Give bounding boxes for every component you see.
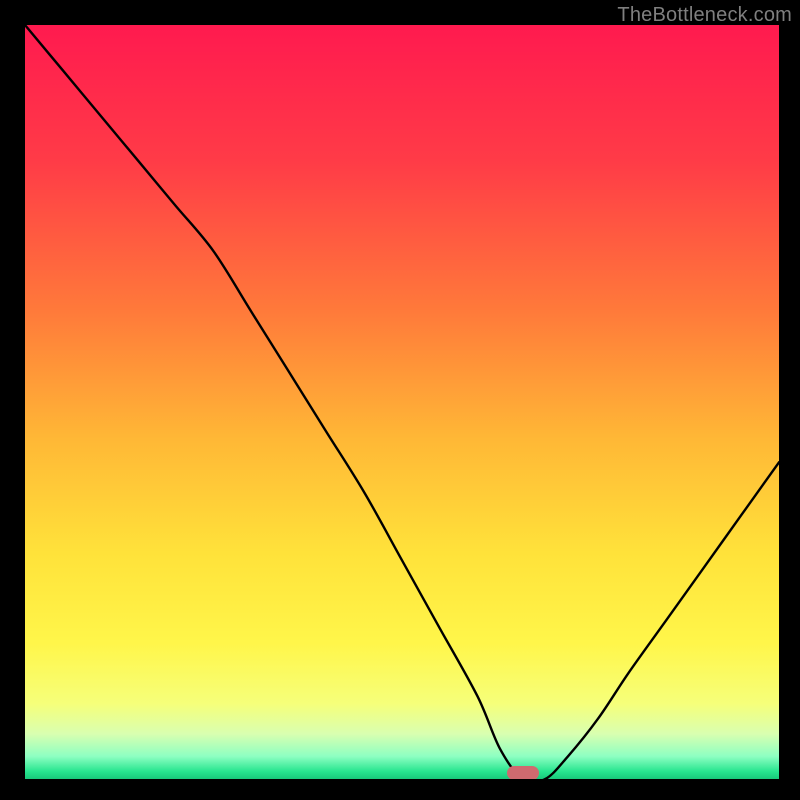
plot-area: [25, 25, 779, 779]
chart-stage: TheBottleneck.com: [0, 0, 800, 800]
watermark-text: TheBottleneck.com: [617, 4, 792, 27]
bottleneck-curve-line: [25, 25, 779, 779]
bottleneck-curve-svg: [25, 25, 779, 779]
optimal-marker: [507, 766, 539, 779]
